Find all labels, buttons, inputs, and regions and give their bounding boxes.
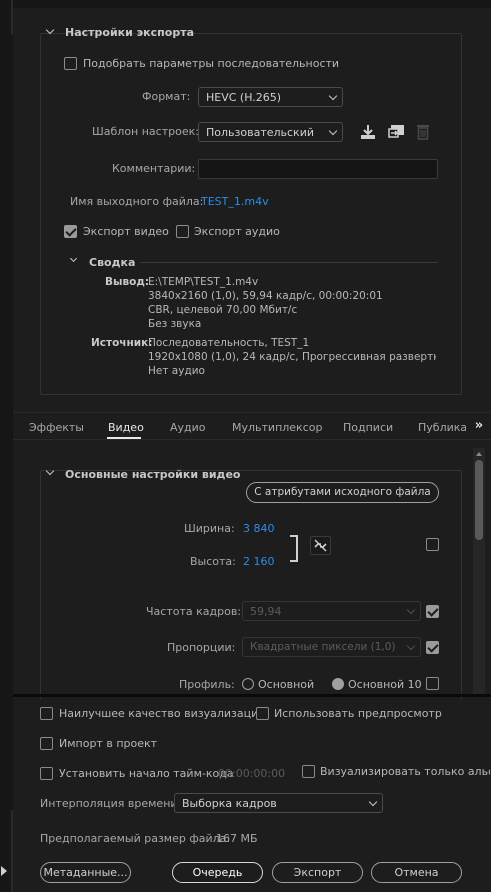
import-project-label: Импорт в проект (59, 737, 158, 750)
profile-main-radio[interactable] (242, 678, 254, 690)
max-quality-checkbox[interactable] (40, 707, 53, 720)
chevron-down-icon (368, 797, 378, 807)
export-audio-checkbox[interactable] (176, 225, 189, 238)
set-timecode-label: Установить начало тайм-кода (59, 767, 234, 780)
output-label: Вывод: (105, 276, 150, 288)
output-line: 3840x2160 (1,0), 59,94 кадр/с, 00:00:20:… (148, 290, 383, 302)
export-button[interactable]: Экспорт (272, 862, 363, 883)
import-preset-icon[interactable] (388, 124, 405, 140)
fps-dropdown: 59,94 (242, 601, 421, 621)
output-name-label: Имя выходного файла: (70, 195, 204, 208)
fps-label: Частота кадров: (146, 605, 242, 618)
video-section-title: Основные настройки видео (65, 468, 241, 481)
export-video-checkbox[interactable] (64, 225, 77, 238)
interp-dropdown[interactable]: Выборка кадров (174, 793, 383, 813)
tab-multiplexer[interactable]: Мультиплексор (232, 421, 322, 434)
max-quality-label: Наилучшее качество визуализации (59, 707, 266, 720)
height-value[interactable]: 2 160 (243, 555, 275, 568)
render-alpha-checkbox[interactable] (302, 765, 315, 778)
tabs-overflow-icon[interactable]: » (468, 414, 490, 438)
profile-main-label: Основной (258, 678, 315, 691)
format-value: HEVC (H.265) (206, 91, 282, 104)
preset-label: Шаблон настроек: (92, 125, 199, 138)
file-size-label: Предполагаемый размер файла: (40, 832, 231, 845)
source-line: Нет аудио (148, 365, 205, 377)
profile-override-checkbox[interactable] (426, 677, 439, 690)
source-line: 1920x1080 (1,0), 24 кадр/с, Прогрессивна… (148, 351, 436, 363)
chevron-down-icon (328, 91, 338, 101)
top-strip (13, 0, 491, 8)
delete-preset-icon[interactable] (416, 123, 430, 140)
tab-captions[interactable]: Подписи (343, 421, 393, 434)
export-settings-title: Настройки экспорта (65, 26, 195, 39)
timecode-value: 00:00:00:00 (218, 767, 286, 780)
source-line: Последовательность, TEST_1 (148, 337, 310, 349)
width-value[interactable]: 3 840 (243, 522, 275, 535)
fps-override-checkbox[interactable] (426, 605, 439, 618)
dimensions-override-checkbox[interactable] (426, 538, 439, 551)
use-previews-checkbox[interactable] (256, 707, 269, 720)
use-previews-label: Использовать предпросмотр (274, 707, 442, 720)
section-divider (13, 694, 491, 697)
summary-divider (140, 262, 438, 263)
left-panel-edge (0, 0, 13, 892)
interp-label: Интерполяция времени: (40, 797, 182, 810)
interp-value: Выборка кадров (182, 797, 277, 810)
profile-label: Профиль: (179, 678, 235, 691)
comments-label: Комментарии: (112, 162, 196, 175)
chevron-down-icon (328, 126, 338, 136)
profile-main10-radio[interactable] (332, 678, 344, 690)
match-sequence-label: Подобрать параметры последовательности (83, 57, 340, 70)
width-label: Ширина: (184, 522, 235, 535)
summary-title: Сводка (89, 256, 136, 269)
set-timecode-checkbox[interactable] (40, 767, 53, 780)
output-line: E:\TEMP\TEST_1.m4v (148, 276, 259, 288)
chevron-down-icon (406, 605, 416, 615)
tab-effects[interactable]: Эффекты (29, 421, 84, 434)
chevron-down-icon (406, 641, 416, 651)
aspect-override-checkbox[interactable] (426, 641, 439, 654)
video-settings-panel (40, 470, 462, 700)
preset-dropdown[interactable]: Пользовательский (198, 122, 343, 142)
cancel-button[interactable]: Отмена (371, 862, 462, 883)
scrollbar-up-arrow[interactable] (476, 452, 482, 456)
source-label: Источник: (91, 337, 153, 349)
resize-corner-icon[interactable] (1, 866, 7, 876)
height-label: Высота: (190, 555, 236, 568)
import-project-checkbox[interactable] (40, 737, 53, 750)
tab-video[interactable]: Видео (108, 421, 144, 434)
aspect-dropdown: Квадратные пиксели (1,0) (242, 637, 421, 657)
render-alpha-label: Визуализировать только альфа- (320, 765, 490, 778)
scrollbar-thumb[interactable] (475, 460, 483, 540)
save-preset-icon[interactable] (360, 124, 376, 140)
profile-main10-label: Основной 10 (348, 678, 422, 691)
left-panel-divider (11, 810, 13, 892)
aspect-label: Пропорции: (167, 641, 236, 654)
format-dropdown[interactable]: HEVC (H.265) (198, 87, 343, 107)
output-line: CBR, целевой 70,00 Мбит/с (148, 304, 298, 316)
fps-value: 59,94 (250, 605, 282, 618)
tab-video-underline (107, 437, 141, 439)
preset-value: Пользовательский (206, 126, 314, 139)
link-bracket (290, 535, 298, 562)
unlink-icon[interactable] (310, 536, 331, 555)
output-line: Без звука (148, 318, 202, 330)
format-label: Формат: (142, 90, 191, 103)
export-video-label: Экспорт видео (83, 225, 169, 238)
export-audio-label: Экспорт аудио (194, 225, 280, 238)
match-sequence-checkbox[interactable] (64, 57, 77, 70)
comments-input[interactable] (198, 159, 438, 179)
file-size-value: 167 МБ (216, 832, 258, 845)
tab-audio[interactable]: Аудио (170, 421, 206, 434)
queue-button[interactable]: Очередь (172, 862, 263, 883)
output-name-link[interactable]: TEST_1.m4v (201, 195, 269, 208)
metadata-button[interactable]: Метаданные... (40, 862, 131, 883)
aspect-value: Квадратные пиксели (1,0) (250, 641, 396, 653)
tab-publish[interactable]: Публикац (418, 421, 466, 434)
match-source-button[interactable]: С атрибутами исходного файла (246, 482, 439, 503)
